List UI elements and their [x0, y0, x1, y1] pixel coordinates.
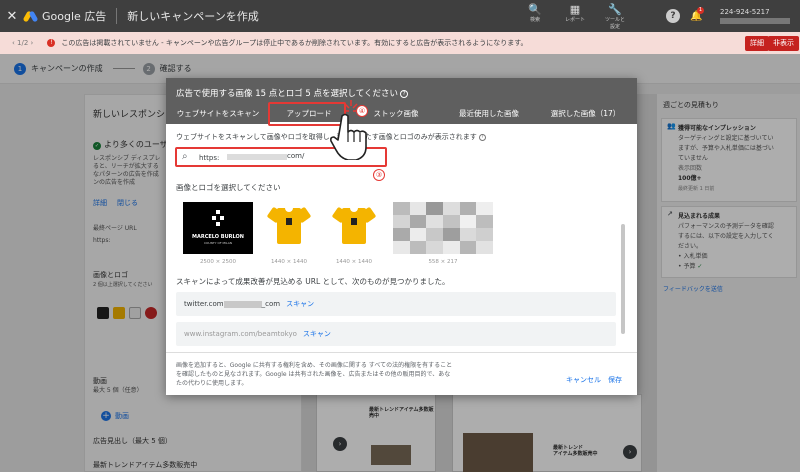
- logo-brand-name: MARCELO BURLON: [192, 234, 244, 240]
- image-thumbnail-logo[interactable]: MARCELO BURLON COUNTY OF MILAN: [183, 202, 253, 254]
- tab-scan-website[interactable]: ウェブサイトをスキャン: [166, 104, 270, 124]
- annotation-step-3: ③: [373, 169, 385, 181]
- report-tool-button[interactable]: ▦ レポート: [560, 3, 590, 31]
- dialog-tabs: ウェブサイトをスキャン アップロード ストック画像 最近使用した画像 選択した画…: [166, 104, 637, 124]
- url-masked-part: [227, 154, 287, 160]
- image-thumbnail-shirt[interactable]: [266, 202, 312, 254]
- logo-cross-icon: [212, 210, 224, 226]
- help-icon[interactable]: ?: [478, 133, 486, 141]
- error-pager-count: 1/2: [17, 39, 29, 47]
- brand-name: Google 広告: [42, 8, 118, 24]
- scan-button[interactable]: スキャン: [286, 300, 314, 308]
- save-button[interactable]: 保存: [608, 375, 622, 385]
- image-thumbnail-shirt[interactable]: [331, 202, 377, 254]
- legal-notice: 画像を追加すると、Google に共有する権利を含め、その画像に関する すべての…: [176, 362, 453, 387]
- image-dimensions: 1440 × 1440: [270, 259, 308, 265]
- help-icon[interactable]: ?: [666, 9, 680, 23]
- search-tool-label: 検索: [529, 17, 540, 23]
- error-icon: !: [47, 39, 56, 47]
- google-ads-logo: [22, 9, 39, 23]
- tools-settings-label: ツールと 設定: [604, 17, 625, 30]
- scan-url: twitter.com: [184, 300, 224, 308]
- account-id: 224-924-5217: [720, 8, 770, 16]
- scan-results-label: スキャンによって成果改善が見込める URL として、次のものが見つかりました。: [176, 277, 450, 286]
- report-tool-label: レポート: [564, 17, 585, 23]
- select-images-label: 画像とロゴを選択してください: [176, 183, 281, 192]
- url-masked-part: [223, 300, 262, 308]
- hand-pointer-icon: [330, 113, 367, 160]
- wrench-icon: 🔧: [608, 3, 622, 16]
- close-icon[interactable]: ✕: [0, 9, 24, 24]
- dialog-body: ウェブサイトをスキャンして画像やロゴを取得し、要件を満たす画像とロゴのみが表示さ…: [166, 124, 637, 352]
- search-icon: ⌕: [182, 151, 188, 162]
- status-error-bar: ‹ 1/2 › ! この広告は掲載されていません - キャンペーンや広告グループ…: [0, 32, 800, 54]
- image-picker-dialog: 広告で使用する画像 15 点とロゴ 5 点を選択してください? ウェブサイトをス…: [166, 78, 637, 395]
- image-thumbnail-pixelated[interactable]: [393, 202, 493, 254]
- tools-settings-button[interactable]: 🔧 ツールと 設定: [600, 3, 630, 31]
- report-icon: ▦: [569, 3, 581, 16]
- url-suffix: com/: [287, 152, 305, 160]
- help-icon[interactable]: ?: [400, 89, 409, 98]
- dialog-header: 広告で使用する画像 15 点とロゴ 5 点を選択してください? ウェブサイトをス…: [166, 78, 637, 126]
- scan-url-suffix: _com: [261, 300, 281, 308]
- scan-button[interactable]: スキャン: [303, 330, 331, 338]
- error-pager[interactable]: ‹ 1/2 ›: [12, 39, 33, 47]
- search-tool-button[interactable]: 🔍 検索: [520, 3, 550, 31]
- search-icon: 🔍: [528, 3, 542, 16]
- scan-url: www.instagram.com/beamtokyo: [184, 330, 297, 338]
- cancel-button[interactable]: キャンセル: [566, 375, 601, 385]
- dialog-footer: 画像を追加すると、Google に共有する権利を含め、その画像に関する すべての…: [166, 352, 637, 395]
- image-dimensions: 1440 × 1440: [335, 259, 373, 265]
- tab-selected-images[interactable]: 選択した画像（17）: [534, 104, 637, 124]
- dialog-title: 広告で使用する画像 15 点とロゴ 5 点を選択してください?: [176, 87, 409, 99]
- account-info[interactable]: 224-924-5217: [720, 8, 800, 24]
- scan-result-row: www.instagram.com/beamtokyo スキャン: [176, 322, 616, 346]
- logo-brand-sub: COUNTY OF MILAN: [203, 241, 233, 245]
- image-dimensions: 2500 × 2500: [199, 259, 237, 265]
- error-message: この広告は掲載されていません - キャンペーンや広告グループは停止中であるか削除…: [61, 39, 528, 47]
- details-button[interactable]: 詳細: [745, 36, 769, 51]
- bell-icon[interactable]: 🔔 1: [690, 6, 704, 22]
- image-dimensions: 558 × 217: [428, 259, 458, 265]
- dialog-scrollbar[interactable]: [621, 224, 625, 334]
- account-name-masked: [720, 18, 790, 24]
- page-title: 新しいキャンペーンを作成: [127, 10, 259, 23]
- notification-badge: 1: [697, 6, 704, 14]
- top-bar: ✕ Google 広告 新しいキャンペーンを作成 🔍 検索 ▦ レポート 🔧 ツールと…: [0, 0, 800, 32]
- hide-button[interactable]: 非表示: [768, 36, 799, 51]
- scan-result-row: twitter.com _com スキャン: [176, 292, 616, 316]
- tab-recent-images[interactable]: 最近使用した画像: [444, 104, 534, 124]
